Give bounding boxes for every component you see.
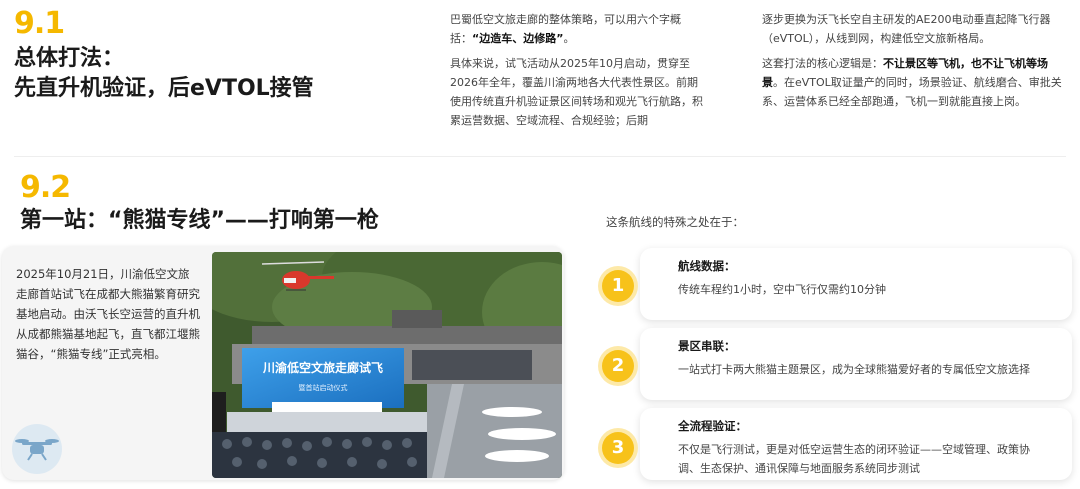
section-number-9-2: 9.2	[20, 170, 71, 205]
strategy-paragraph-2: 具体来说，试飞活动从2025年10月启动，贯穿至2026年全年，覆盖川渝两地各大…	[450, 57, 703, 127]
feature-card-3: 全流程验证： 不仅是飞行测试，更是对低空运营生态的闭环验证——空域管理、政策协调…	[640, 408, 1072, 480]
strategy-column: 巴蜀低空文旅走廊的整体策略，可以用六个字概括：“边造车、边修路”。 具体来说，试…	[450, 10, 706, 136]
logic-column: 逐步更换为沃飞长空自主研发的AE200电动垂直起降飞行器（eVTOL），从线到网…	[762, 10, 1062, 117]
feature-card-1: 航线数据： 传统车程约1小时，空中飞行仅需约10分钟	[640, 248, 1072, 320]
strategy-paragraph-1: 巴蜀低空文旅走廊的整体策略，可以用六个字概括：“边造车、边修路”。	[450, 13, 681, 45]
feature-title: 景区串联：	[678, 339, 736, 353]
features-intro: 这条航线的特殊之处在于：	[606, 215, 744, 229]
logic-paragraph-2: 这套打法的核心逻辑是：不让景区等飞机，也不让飞机等场景。在eVTOL取证量产的同…	[762, 57, 1062, 108]
number-badge-3: 3	[602, 432, 634, 464]
number-badge-1: 1	[602, 270, 634, 302]
feature-title: 全流程验证：	[678, 419, 747, 433]
feature-title: 航线数据：	[678, 259, 736, 273]
event-photo: 川渝低空文旅走廊试飞 暨首站启动仪式	[212, 252, 562, 478]
story-text: 2025年10月21日，川渝低空文旅走廊首站试飞在成都大熊猫繁育研究基地启动。由…	[16, 267, 200, 361]
strategy-keyword: “边造车、边修路”	[472, 32, 564, 45]
section-title-line2: 先直升机验证，后eVTOL接管	[14, 76, 314, 101]
feature-card-2: 景区串联： 一站式打卡两大熊猫主题景区，成为全球熊猫爱好者的专属低空文旅选择	[640, 328, 1072, 400]
section-title-line1: 总体打法：	[14, 46, 125, 71]
number-badge-2: 2	[602, 350, 634, 382]
feature-desc: 传统车程约1小时，空中飞行仅需约10分钟	[678, 283, 886, 296]
banner-title: 川渝低空文旅走廊试飞	[262, 360, 383, 375]
feature-desc: 一站式打卡两大熊猫主题景区，成为全球熊猫爱好者的专属低空文旅选择	[678, 363, 1030, 376]
banner-subtitle: 暨首站启动仪式	[299, 383, 348, 392]
section-title-9-2: 第一站：“熊猫专线”——打响第一枪	[20, 208, 379, 233]
section-number-9-1: 9.1	[14, 6, 65, 41]
feature-desc: 不仅是飞行测试，更是对低空运营生态的闭环验证——空域管理、政策协调、生态保护、通…	[678, 443, 1030, 475]
logic-paragraph-1: 逐步更换为沃飞长空自主研发的AE200电动垂直起降飞行器（eVTOL），从线到网…	[762, 13, 1051, 45]
drone-icon	[12, 424, 62, 474]
section-divider	[14, 156, 1066, 157]
